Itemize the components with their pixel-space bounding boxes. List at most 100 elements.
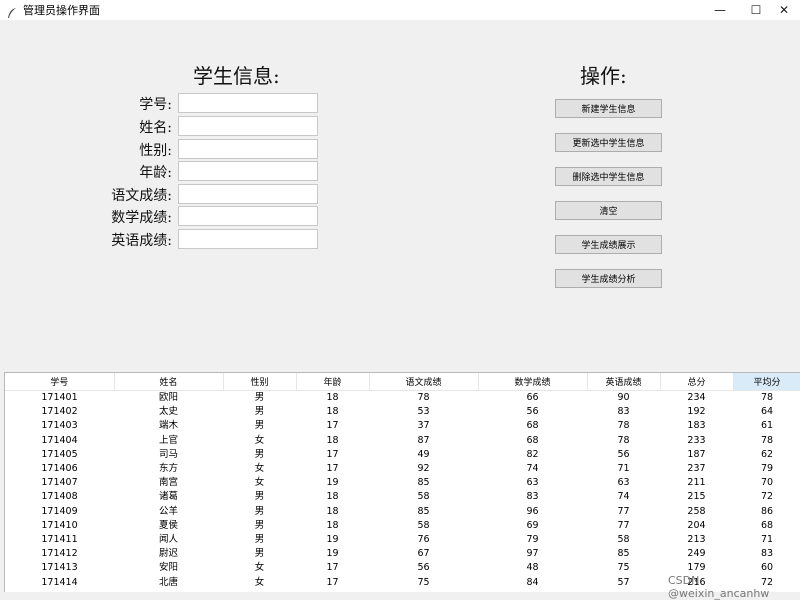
feather-icon	[6, 4, 18, 18]
analyze-scores-button[interactable]: 学生成绩分析	[555, 269, 662, 288]
table-cell: 75	[617, 562, 630, 574]
table-cell: 171403	[41, 420, 78, 432]
table-cell: 太史	[158, 406, 178, 418]
column-header[interactable]: 平均分	[733, 373, 800, 391]
table-cell: 92	[417, 463, 430, 475]
operations-heading: 操作:	[580, 64, 627, 88]
table-cell: 56	[526, 406, 539, 418]
table-row[interactable]: 171411 闻人 男 19 76 79 58 213 71	[5, 533, 800, 547]
table-cell: 诸葛	[158, 491, 178, 503]
close-icon[interactable]: ✕	[764, 0, 800, 20]
table-cell: 男	[254, 420, 265, 432]
gender-field[interactable]	[178, 139, 318, 159]
table-cell: 83	[526, 491, 539, 503]
column-header[interactable]: 英语成绩	[587, 373, 661, 391]
table-cell: 66	[526, 392, 539, 404]
column-header[interactable]: 学号	[5, 373, 115, 391]
table-cell: 72	[760, 491, 774, 503]
table-body: 171401 欧阳男 18 78 66 90 234 78 171402 太史男 18 53 56 83 1…	[5, 391, 800, 590]
table-cell: 97	[526, 548, 539, 560]
table-cell: 75	[417, 576, 430, 588]
table-cell: 213	[687, 533, 706, 545]
table-cell: 48	[526, 562, 539, 574]
chinese-score-field[interactable]	[178, 184, 318, 204]
student-id-field[interactable]	[178, 93, 318, 113]
table-row[interactable]: 171405 司马 男 17 49 82 56 187 62	[5, 448, 800, 462]
table-cell: 18	[326, 505, 339, 517]
table-cell: 76	[417, 533, 430, 545]
table-cell: 84	[526, 576, 539, 588]
table-cell: 211	[687, 477, 706, 489]
column-header[interactable]: 性别	[223, 373, 297, 391]
table-row[interactable]: 171404 上官 女 18 87 68 78 233 78	[5, 434, 800, 448]
table-cell: 62	[760, 448, 774, 460]
column-header[interactable]: 数学成绩	[478, 373, 588, 391]
table-row[interactable]: 171410 夏侯 男 18 58 69 77 204 68	[5, 519, 800, 533]
column-header[interactable]: 年龄	[296, 373, 370, 391]
english-score-field[interactable]	[178, 229, 318, 249]
table-cell: 68	[526, 420, 539, 432]
table-cell: 90	[617, 392, 630, 404]
table-cell: 237	[687, 463, 706, 475]
table-cell: 67	[417, 548, 430, 560]
table-cell: 63	[526, 477, 539, 489]
table-cell: 171402	[41, 406, 78, 418]
table-cell: 57	[617, 576, 630, 588]
table-cell: 171407	[41, 477, 78, 489]
table-cell: 82	[526, 448, 539, 460]
student-table[interactable]: 学号 姓名 性别 年龄 语文成绩 数学成绩 英语成绩 总分 平均分 171401 欧阳男 18 78 6…	[4, 372, 800, 592]
age-field[interactable]	[178, 161, 318, 181]
table-cell: 闻人	[158, 533, 178, 545]
table-cell: 78	[760, 434, 774, 446]
table-cell: 171412	[41, 548, 78, 560]
column-header[interactable]: 总分	[660, 373, 734, 391]
table-cell: 70	[760, 477, 774, 489]
table-row[interactable]: 171403 端木 男 17 37 68 78 183 61	[5, 419, 800, 433]
name-field[interactable]	[178, 116, 318, 136]
table-cell: 南宫	[158, 477, 178, 489]
table-cell: 17	[326, 463, 339, 475]
table-row[interactable]: 171407 南宫 女 19 85 63 63 211 70	[5, 476, 800, 490]
table-row[interactable]: 171401 欧阳 男 18 78 66 90 234 78	[5, 391, 800, 406]
table-cell: 171404	[41, 434, 78, 446]
table-row[interactable]: 171408 诸葛 男 18 58 83 74 215 72	[5, 490, 800, 504]
table-cell: 68	[526, 434, 539, 446]
table-row[interactable]: 171412 尉迟 男 19 67 97 85 249 83	[5, 547, 800, 561]
table-cell: 96	[526, 505, 539, 517]
table-cell: 53	[417, 406, 430, 418]
table-cell: 79	[526, 533, 539, 545]
table-cell: 171409	[41, 505, 78, 517]
show-scores-button[interactable]: 学生成绩展示	[555, 235, 662, 254]
table-cell: 249	[687, 548, 706, 560]
student-info-heading: 学生信息:	[193, 64, 280, 88]
table-cell: 85	[617, 548, 630, 560]
table-cell: 18	[326, 406, 339, 418]
table-cell: 女	[254, 477, 265, 489]
table-cell: 58	[417, 519, 430, 531]
table-cell: 37	[417, 420, 430, 432]
math-score-field[interactable]	[178, 206, 318, 226]
table-cell: 192	[687, 406, 706, 418]
delete-selected-button[interactable]: 删除选中学生信息	[555, 167, 662, 186]
table-cell: 尉迟	[158, 548, 178, 560]
table-cell: 171413	[41, 562, 78, 574]
table-row[interactable]: 171402 太史 男 18 53 56 83 192 64	[5, 405, 800, 419]
table-cell: 83	[617, 406, 630, 418]
minimize-icon[interactable]: —	[700, 0, 740, 20]
table-cell: 83	[760, 548, 774, 560]
new-student-button[interactable]: 新建学生信息	[555, 99, 662, 118]
age-label: 年龄:	[139, 165, 172, 181]
table-cell: 男	[254, 491, 265, 503]
clear-button[interactable]: 清空	[555, 201, 662, 220]
column-header[interactable]: 语文成绩	[369, 373, 479, 391]
table-cell: 258	[687, 505, 706, 517]
table-cell: 68	[760, 519, 774, 531]
column-header[interactable]: 姓名	[114, 373, 224, 391]
update-selected-button[interactable]: 更新选中学生信息	[555, 133, 662, 152]
table-header-row: 学号 姓名 性别 年龄 语文成绩 数学成绩 英语成绩 总分 平均分	[5, 373, 800, 391]
table-row[interactable]: 171409 公羊 男 18 85 96 77 258 86	[5, 505, 800, 519]
table-cell: 18	[326, 491, 339, 503]
table-row[interactable]: 171406 东方 女 17 92 74 71 237 79	[5, 462, 800, 476]
table-cell: 男	[254, 448, 265, 460]
table-cell: 欧阳	[158, 392, 178, 404]
